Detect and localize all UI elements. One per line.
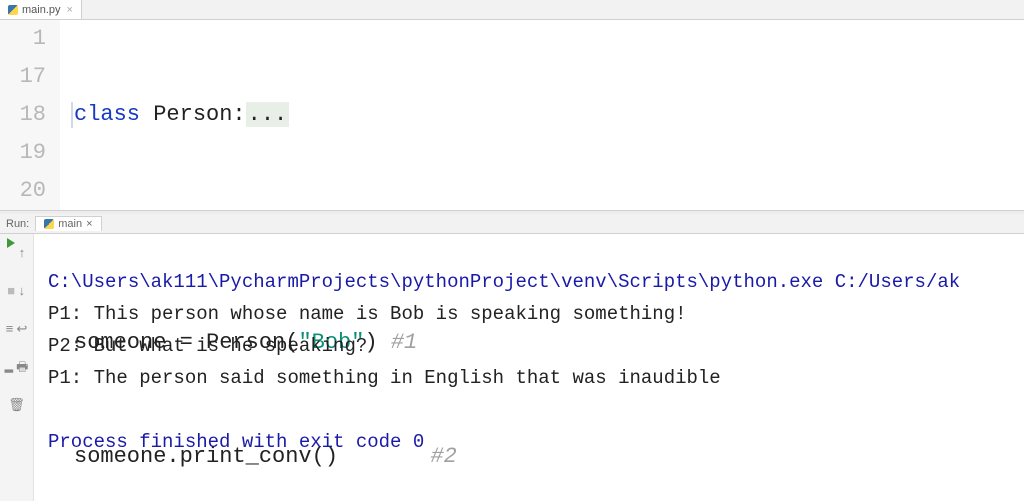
steps-icon[interactable]: ≡ <box>6 314 14 346</box>
run-config-tab[interactable]: main × <box>35 216 101 231</box>
trash-icon[interactable]: 🗑 <box>8 390 25 422</box>
line-number: 20 <box>0 172 46 210</box>
run-label: Run: <box>0 218 35 230</box>
line-number-gutter: 1 17 18 19 20 <box>0 20 60 210</box>
code-area[interactable]: class Person:... someone = Person("Bob")… <box>60 20 1024 210</box>
caret-indicator <box>71 102 73 128</box>
soft-wrap-icon[interactable]: ↩ <box>16 314 27 346</box>
console-output[interactable]: C:\Users\ak111\PycharmProjects\pythonPro… <box>34 234 1024 501</box>
stdout-line: P1: This person whose name is Bob is spe… <box>48 303 687 325</box>
layout-icon[interactable]: ▂ <box>5 352 13 384</box>
scroll-down-icon[interactable]: ↓ <box>18 276 26 308</box>
python-file-icon <box>8 5 18 15</box>
code-text: Person: <box>140 102 246 127</box>
tab-label: main.py <box>22 4 61 16</box>
close-icon[interactable]: × <box>67 4 73 16</box>
editor-tab-bar: main.py × <box>0 0 1024 20</box>
run-config-name: main <box>58 218 82 230</box>
fold-indicator[interactable]: ... <box>246 102 290 127</box>
line-number: 19 <box>0 134 46 172</box>
print-icon[interactable]: 🖶 <box>16 352 28 384</box>
scroll-up-icon[interactable]: ↑ <box>18 238 26 270</box>
stdout-line: P2: But what is he speaking? <box>48 335 367 357</box>
stop-icon[interactable]: ■ <box>7 276 15 308</box>
exit-message: Process finished with exit code 0 <box>48 431 424 453</box>
line-number: 18 <box>0 96 46 134</box>
stdout-line: P1: The person said something in English… <box>48 367 721 389</box>
code-line[interactable]: class Person:... <box>74 96 1024 134</box>
run-icon[interactable] <box>7 238 15 248</box>
code-editor[interactable]: 1 17 18 19 20 class Person:... someone =… <box>0 20 1024 210</box>
editor-tab-main[interactable]: main.py × <box>0 0 82 19</box>
run-panel-body: ↑ ■ ↓ ≡ ↩ ▂ 🖶 🗑 C:\Users\ak111\PycharmPr… <box>0 234 1024 501</box>
interpreter-path: C:\Users\ak111\PycharmProjects\pythonPro… <box>48 271 960 293</box>
run-toolbar: ↑ ■ ↓ ≡ ↩ ▂ 🖶 🗑 <box>0 234 34 501</box>
python-file-icon <box>44 219 54 229</box>
keyword-class: class <box>74 102 140 127</box>
close-icon[interactable]: × <box>86 218 92 230</box>
line-number: 17 <box>0 58 46 96</box>
line-number: 1 <box>0 20 46 58</box>
